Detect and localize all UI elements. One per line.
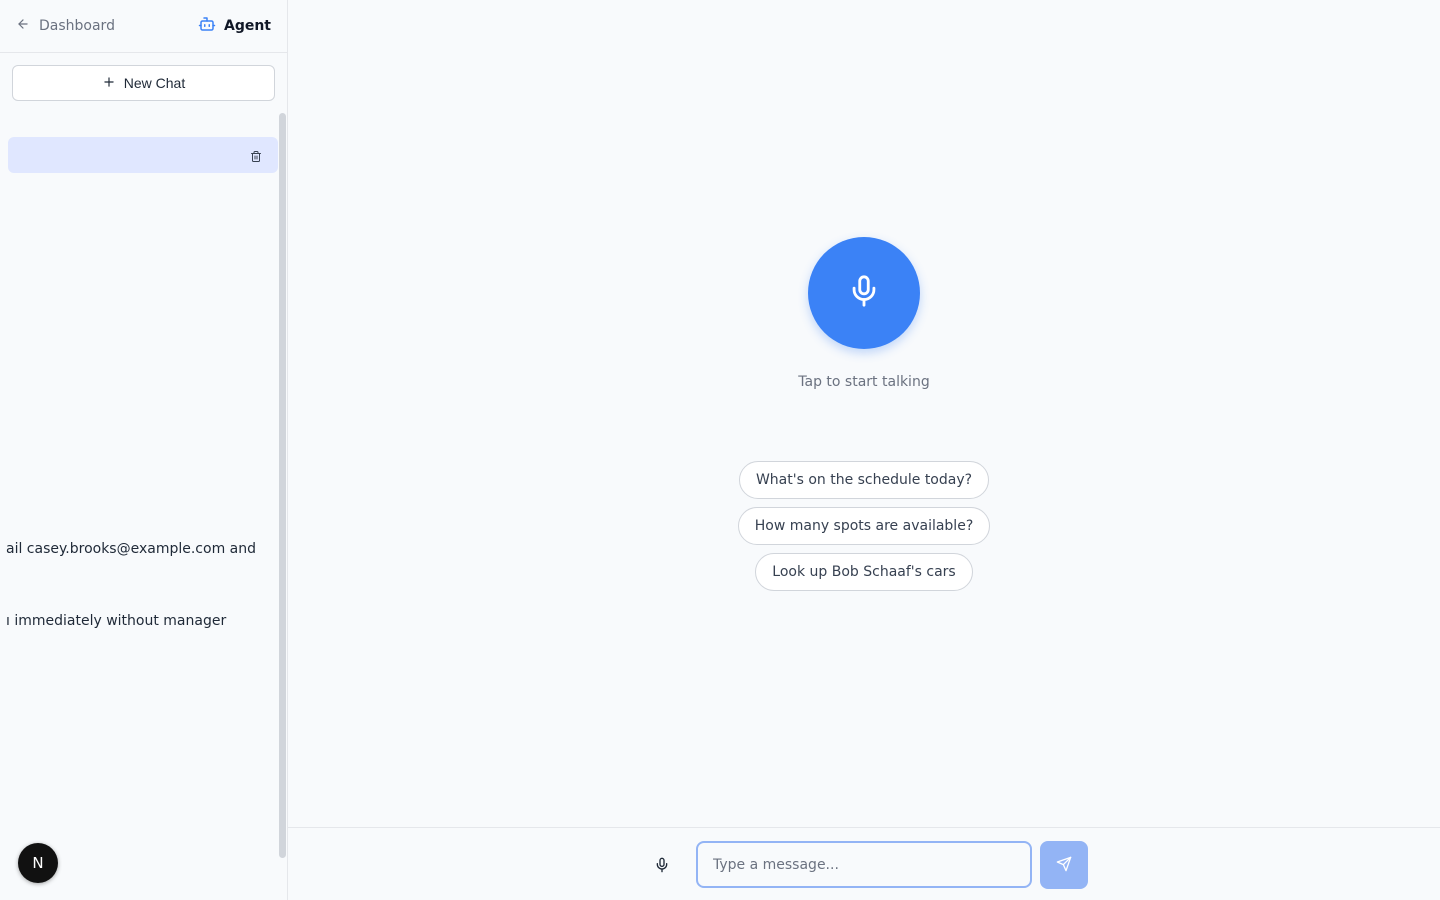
send-button[interactable] [1040, 841, 1088, 889]
scrollbar-thumb[interactable] [279, 113, 286, 858]
new-chat-label: New Chat [123, 75, 186, 91]
sidebar: Dashboard Agent New Chat ail casey.brook… [0, 0, 288, 900]
chat-item-title[interactable]: ı immediately without manager [6, 613, 226, 629]
chat-item-active[interactable] [8, 137, 278, 173]
chat-history-list: ail casey.brooks@example.com and ı immed… [0, 113, 278, 858]
plus-icon [102, 75, 116, 92]
agent-title-label: Agent [223, 18, 271, 34]
microphone-icon [847, 272, 881, 314]
trash-icon[interactable] [250, 148, 264, 162]
sidebar-scrollbar[interactable] [278, 113, 287, 858]
suggestion-list: What's on the schedule today? How many s… [288, 461, 1440, 591]
suggestion-chip[interactable]: Look up Bob Schaaf's cars [755, 553, 973, 591]
new-chat-button[interactable]: New Chat [12, 65, 275, 101]
message-input[interactable] [696, 841, 1032, 888]
app-root: Dashboard Agent New Chat ail casey.brook… [0, 0, 1440, 900]
tap-to-talk-hint: Tap to start talking [798, 374, 930, 390]
avatar[interactable]: N [18, 843, 58, 883]
sidebar-header: Dashboard Agent [0, 0, 287, 53]
bot-icon [198, 15, 216, 37]
arrow-left-icon [16, 17, 30, 35]
suggestion-chip[interactable]: What's on the schedule today? [738, 461, 990, 499]
avatar-initial: N [32, 854, 44, 872]
suggestion-chip[interactable]: How many spots are available? [737, 507, 991, 545]
main-panel: Tap to start talking What's on the sched… [288, 0, 1440, 900]
voice-start-button[interactable] [808, 237, 920, 349]
agent-title: Agent [198, 16, 271, 36]
microphone-icon[interactable] [654, 856, 672, 874]
chat-item-title[interactable]: ail casey.brooks@example.com and [6, 541, 256, 557]
back-link-label: Dashboard [39, 18, 115, 34]
composer-bar [288, 827, 1440, 900]
back-to-dashboard-link[interactable]: Dashboard [16, 16, 115, 36]
send-icon [1056, 856, 1072, 875]
